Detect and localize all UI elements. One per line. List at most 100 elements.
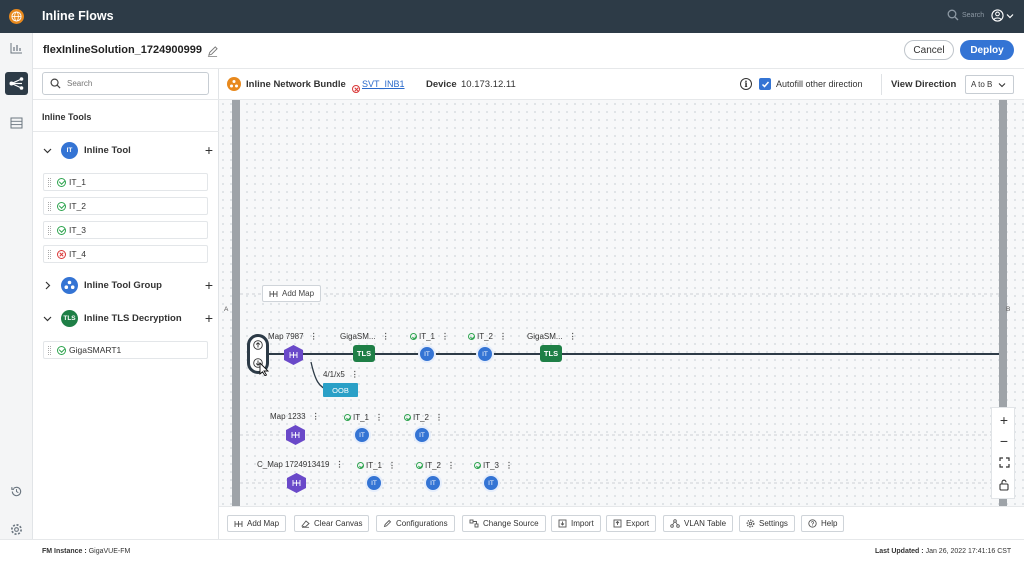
rail-inventory[interactable] [5,111,28,134]
more-vertical-icon[interactable]: ⋮ [310,332,318,341]
group-badge-icon [61,276,78,294]
flow2-it2-node[interactable]: IT [413,426,431,444]
tool-item-it3[interactable]: IT_3 [43,221,208,239]
tool-label: GigaSMART1 [69,345,122,355]
tool-item-it4[interactable]: IT_4 [43,245,208,263]
network-icon [670,519,680,528]
deploy-button[interactable]: Deploy [960,40,1014,60]
drag-handle-icon[interactable] [48,249,51,259]
export-button[interactable]: Export [606,515,657,532]
flow3-it1-node[interactable]: IT [365,474,383,492]
drag-handle-icon[interactable] [48,225,51,235]
flow-canvas[interactable]: A B Add Map Map 7987 ⋮ 4/1/x5 ⋮ OOB GigaSM… [219,100,1024,506]
app-title: Inline Flows [42,9,114,23]
global-search[interactable]: Search [947,9,984,21]
add-tool-group-button[interactable]: + [205,277,213,293]
configurations-button[interactable]: Configurations [376,515,455,532]
tool-item-gigasmart1[interactable]: GigaSMART1 [43,341,208,359]
zoom-out-button[interactable]: − [992,430,1016,452]
more-vertical-icon[interactable]: ⋮ [505,461,513,470]
rail-inline-flows[interactable] [5,72,28,95]
more-vertical-icon[interactable]: ⋮ [312,412,320,421]
add-map-drop-button[interactable]: Add Map [262,285,322,302]
search-icon [50,78,61,89]
oob-badge[interactable]: OOB [323,383,358,397]
fit-screen-icon [998,456,1010,468]
gear-icon [746,519,755,528]
chevron-right-icon [45,281,51,289]
rail-dashboard[interactable] [5,36,28,59]
more-vertical-icon[interactable]: ⋮ [382,332,390,341]
lock-button[interactable] [992,474,1016,496]
flow3-it2-node[interactable]: IT [424,474,442,492]
info-icon[interactable]: i [740,78,752,90]
canvas-toolbar: Add Map Clear Canvas Configurations Chan… [219,506,1024,539]
tls-node-1[interactable]: TLS [353,345,375,362]
more-vertical-icon[interactable]: ⋮ [435,413,443,422]
edit-name-button[interactable] [207,44,218,62]
drag-handle-icon[interactable] [48,345,51,355]
flow2-it1-node[interactable]: IT [353,426,371,444]
flow3-it3-node[interactable]: IT [482,474,500,492]
category-inline-tool[interactable]: IT Inline Tool + [43,139,213,161]
view-direction-select[interactable]: A to B [965,75,1014,94]
settings-button[interactable]: Settings [739,515,795,532]
add-inline-tool-button[interactable]: + [205,142,213,158]
category-inline-tool-group[interactable]: Inline Tool Group + [43,274,213,296]
more-vertical-icon[interactable]: ⋮ [375,413,383,422]
tool-item-it2[interactable]: IT_2 [43,197,208,215]
drag-handle-icon[interactable] [48,177,51,187]
eraser-icon [301,520,310,528]
pencil-icon [207,46,218,57]
add-map-button[interactable]: Add Map [227,515,287,532]
more-vertical-icon[interactable]: ⋮ [499,332,507,341]
globe-icon[interactable] [9,9,24,24]
zoom-in-button[interactable]: + [992,409,1016,431]
more-vertical-icon[interactable]: ⋮ [351,370,359,379]
it2-node[interactable]: IT [476,345,494,363]
cancel-button[interactable]: Cancel [904,40,954,60]
drag-handle-icon[interactable] [48,201,51,211]
chevron-down-icon [998,82,1006,87]
check-circle-icon [357,462,364,469]
it1-node[interactable]: IT [418,345,436,363]
fm-instance-value: GigaVUE-FM [88,548,131,555]
map-name: C_Map 1724913419 [257,460,330,469]
vlan-table-button[interactable]: VLAN Table [663,515,734,532]
add-tls-button[interactable]: + [205,310,213,326]
check-circle-icon [57,345,66,355]
tls-node-2[interactable]: TLS [540,345,562,362]
import-button[interactable]: Import [551,515,601,532]
map-icon [289,352,298,358]
fit-view-button[interactable] [992,451,1016,473]
rail-history[interactable] [5,480,28,503]
configurations-label: Configurations [396,519,448,528]
map-icon [234,520,243,527]
help-button[interactable]: Help [801,515,845,532]
tool-item-it1[interactable]: IT_1 [43,173,208,191]
flow-name: flexInlineSolution_1724900999 [43,44,202,56]
check-icon [761,81,769,88]
check-circle-icon [410,333,417,340]
map-name: Map 1233 [270,412,306,421]
help-icon [808,519,817,528]
bundle-link[interactable]: SVT_INB1 [362,79,405,89]
map-1233-label: Map 1233 ⋮ [270,412,320,421]
user-menu[interactable] [991,9,1014,22]
tool-search-input[interactable] [67,79,197,88]
rail-settings[interactable] [5,518,28,541]
category-inline-tls[interactable]: TLS Inline TLS Decryption + [43,307,213,329]
error-circle-icon [57,249,66,259]
bundle-label: Inline Network Bundle [246,79,346,90]
map-icon [291,432,300,438]
more-vertical-icon[interactable]: ⋮ [388,461,396,470]
more-vertical-icon[interactable]: ⋮ [569,332,577,341]
more-vertical-icon[interactable]: ⋮ [447,461,455,470]
tool-search[interactable] [42,72,209,95]
more-vertical-icon[interactable]: ⋮ [336,460,344,469]
autofill-checkbox[interactable] [759,78,771,90]
clear-canvas-button[interactable]: Clear Canvas [294,515,370,532]
more-vertical-icon[interactable]: ⋮ [441,332,449,341]
change-source-button[interactable]: Change Source [462,515,546,532]
list-table-icon [10,117,23,128]
